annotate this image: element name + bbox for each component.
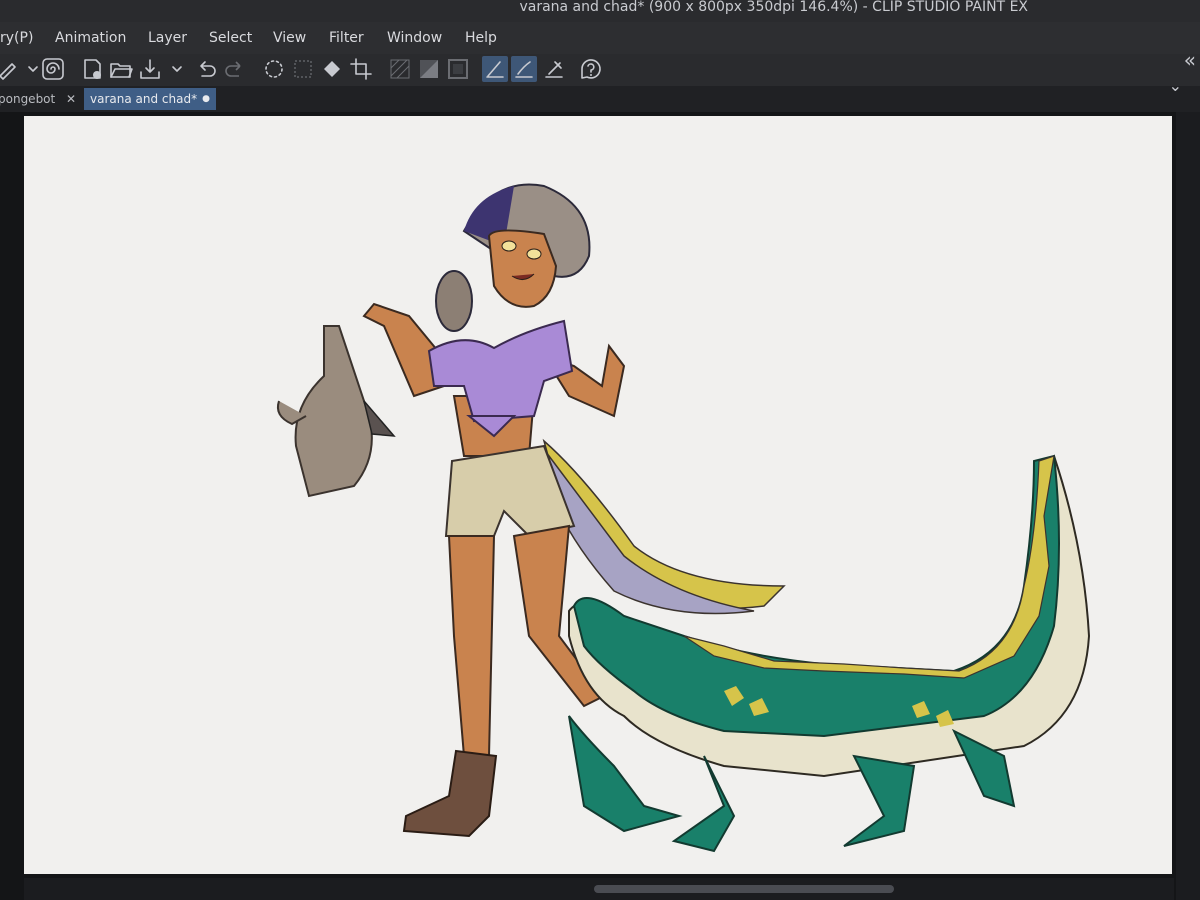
crop-icon[interactable] [348, 56, 374, 82]
chevron-down-icon[interactable] [20, 56, 38, 82]
brush-stroke-icon[interactable] [511, 56, 537, 82]
tab-varana-and-chad[interactable]: varana and chad* ● [84, 88, 216, 110]
window-title-bar: varana and chad* (900 x 800px 350dpi 146… [0, 0, 1200, 22]
new-file-icon[interactable] [80, 56, 106, 82]
save-icon[interactable] [137, 56, 163, 82]
drawing-canvas[interactable] [24, 116, 1172, 874]
illustration-bag [276, 325, 396, 498]
illustration-face [487, 229, 558, 308]
illustration-crocodile [568, 454, 1091, 853]
ruler-pen-icon[interactable] [541, 56, 567, 82]
spiral-icon[interactable] [40, 56, 66, 82]
scrollbar-thumb[interactable] [594, 885, 894, 893]
command-bar: « [0, 48, 1200, 86]
frame-icon[interactable] [445, 56, 471, 82]
right-panel-strip [1176, 112, 1200, 900]
expand-panel-icon[interactable]: « [1184, 48, 1196, 72]
menu-item-view[interactable]: View [273, 30, 306, 46]
brush-icon[interactable] [0, 56, 20, 82]
menu-item-select[interactable]: Select [209, 30, 252, 46]
menu-item-window[interactable]: Window [387, 30, 442, 46]
redo-icon[interactable] [222, 56, 248, 82]
illustration-torso [427, 319, 574, 457]
chevron-down-icon[interactable]: ⌄ [1169, 76, 1182, 95]
menu-item-help[interactable]: Help [465, 30, 497, 46]
illustration-boot [402, 749, 498, 838]
menu-item-filter[interactable]: Filter [329, 30, 364, 46]
close-icon[interactable]: ✕ [66, 88, 76, 110]
hatch-icon[interactable] [387, 56, 413, 82]
tab-spongebob[interactable]: pongebot ✕ [0, 88, 80, 110]
tab-label: varana and chad* [90, 92, 198, 106]
unsaved-dot-icon[interactable]: ● [202, 88, 210, 110]
tab-label: pongebot [0, 92, 56, 106]
canvas-workspace [0, 112, 1200, 900]
horizontal-scrollbar[interactable] [24, 878, 1174, 900]
fill-selection-icon[interactable] [290, 56, 316, 82]
window-title: varana and chad* (900 x 800px 350dpi 146… [519, 0, 1028, 15]
menu-bar: ry(P) Animation Layer Select View Filter… [0, 22, 1200, 54]
menu-item-animation[interactable]: Animation [55, 30, 126, 46]
pen-icon[interactable] [482, 56, 508, 82]
undo-icon[interactable] [193, 56, 219, 82]
help-icon[interactable] [578, 56, 604, 82]
open-folder-icon[interactable] [108, 56, 134, 82]
selection-loading-icon[interactable] [261, 56, 287, 82]
chevron-down-icon[interactable] [164, 56, 182, 82]
diamond-icon[interactable] [319, 56, 345, 82]
illustration-tail [542, 438, 786, 615]
menu-item-story[interactable]: ry(P) [0, 30, 33, 46]
document-tab-bar: pongebot ✕ varana and chad* ● ⌄ [0, 76, 1200, 112]
menu-item-layer[interactable]: Layer [148, 30, 187, 46]
gradient-icon[interactable] [416, 56, 442, 82]
